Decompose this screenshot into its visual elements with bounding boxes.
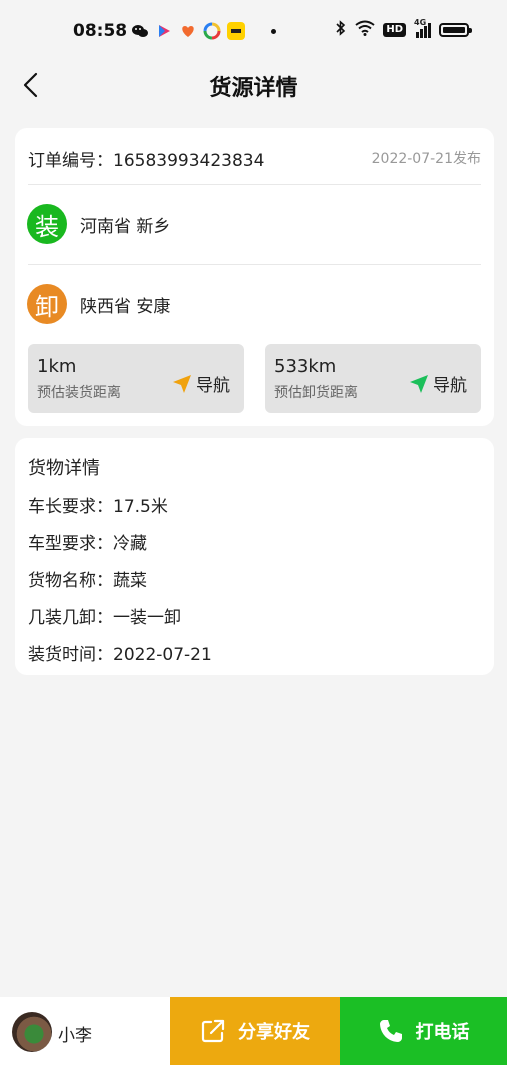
video-app-icon bbox=[155, 22, 173, 40]
bottom-action-bar: 小李 分享好友 打电话 bbox=[0, 997, 507, 1065]
unload-place-row: 卸 陕西省 安康 bbox=[27, 284, 482, 324]
meituan-app-icon bbox=[227, 22, 245, 40]
unload-distance-label: 预估卸货距离 bbox=[274, 385, 358, 401]
bluetooth-icon bbox=[335, 20, 347, 40]
colorful-app-icon bbox=[203, 22, 221, 40]
load-unload-count: 几装几卸：一装一卸 bbox=[28, 608, 181, 628]
unload-badge: 卸 bbox=[27, 284, 67, 324]
cargo-details-card: 货物详情 车长要求：17.5米 车型要求：冷藏 货物名称：蔬菜 几装几卸：一装一… bbox=[15, 438, 494, 675]
status-app-icons bbox=[131, 22, 276, 40]
avatar bbox=[12, 1012, 52, 1052]
share-button[interactable]: 分享好友 bbox=[170, 997, 340, 1065]
divider bbox=[28, 184, 481, 185]
load-place-row: 装 河南省 新乡 bbox=[27, 204, 482, 244]
status-time: 08:58 bbox=[73, 21, 128, 41]
navigation-arrow-icon bbox=[410, 374, 428, 393]
vehicle-length: 车长要求：17.5米 bbox=[28, 497, 168, 517]
call-label: 打电话 bbox=[415, 1022, 470, 1043]
navigate-label: 导航 bbox=[196, 376, 230, 396]
user-name: 小李 bbox=[58, 1026, 92, 1046]
notification-dot-icon bbox=[271, 28, 276, 34]
heart-app-icon bbox=[179, 22, 197, 40]
load-time: 装货时间：2022-07-21 bbox=[28, 645, 212, 665]
status-right-icons: HD 4G bbox=[335, 18, 472, 40]
header: 货源详情 bbox=[0, 62, 507, 108]
user-area: 小李 bbox=[0, 997, 170, 1065]
load-distance: 1km bbox=[37, 356, 77, 377]
signal-icon: 4G bbox=[414, 18, 431, 38]
unload-navigation-box[interactable]: 533km 预估卸货距离 导航 bbox=[265, 344, 481, 413]
unload-place: 陕西省 安康 bbox=[80, 296, 171, 317]
wechat-icon bbox=[131, 22, 149, 40]
order-number: 订单编号：16583993423834 bbox=[28, 151, 265, 171]
battery-icon bbox=[439, 23, 472, 37]
load-navigation-box[interactable]: 1km 预估装货距离 导航 bbox=[28, 344, 244, 413]
divider bbox=[28, 264, 481, 265]
unload-distance: 533km bbox=[274, 356, 337, 377]
unload-navigate-button[interactable]: 导航 bbox=[409, 371, 467, 396]
network-label: 4G bbox=[414, 18, 427, 27]
phone-icon bbox=[379, 1020, 402, 1042]
hd-badge: HD bbox=[383, 23, 406, 37]
load-place: 河南省 新乡 bbox=[80, 216, 171, 237]
order-number-row: 订单编号：16583993423834 2022-07-21发布 bbox=[28, 146, 481, 172]
order-card: 订单编号：16583993423834 2022-07-21发布 装 河南省 新… bbox=[15, 128, 494, 426]
call-button[interactable]: 打电话 bbox=[340, 997, 507, 1065]
cargo-name: 货物名称：蔬菜 bbox=[28, 571, 147, 591]
share-label: 分享好友 bbox=[238, 1022, 310, 1043]
load-distance-label: 预估装货距离 bbox=[37, 385, 121, 401]
navigate-label: 导航 bbox=[433, 376, 467, 396]
navigation-arrow-icon bbox=[173, 374, 191, 393]
page-title: 货源详情 bbox=[209, 76, 298, 101]
load-badge: 装 bbox=[27, 204, 67, 244]
load-navigate-button[interactable]: 导航 bbox=[172, 371, 230, 396]
publish-date: 2022-07-21发布 bbox=[371, 151, 481, 167]
home-indicator-area bbox=[0, 1065, 507, 1080]
status-bar: 08:58 HD 4G bbox=[0, 0, 507, 62]
vehicle-type: 车型要求：冷藏 bbox=[28, 534, 147, 554]
share-icon bbox=[201, 1019, 225, 1043]
cargo-details-title: 货物详情 bbox=[28, 458, 100, 479]
wifi-icon bbox=[355, 20, 375, 40]
